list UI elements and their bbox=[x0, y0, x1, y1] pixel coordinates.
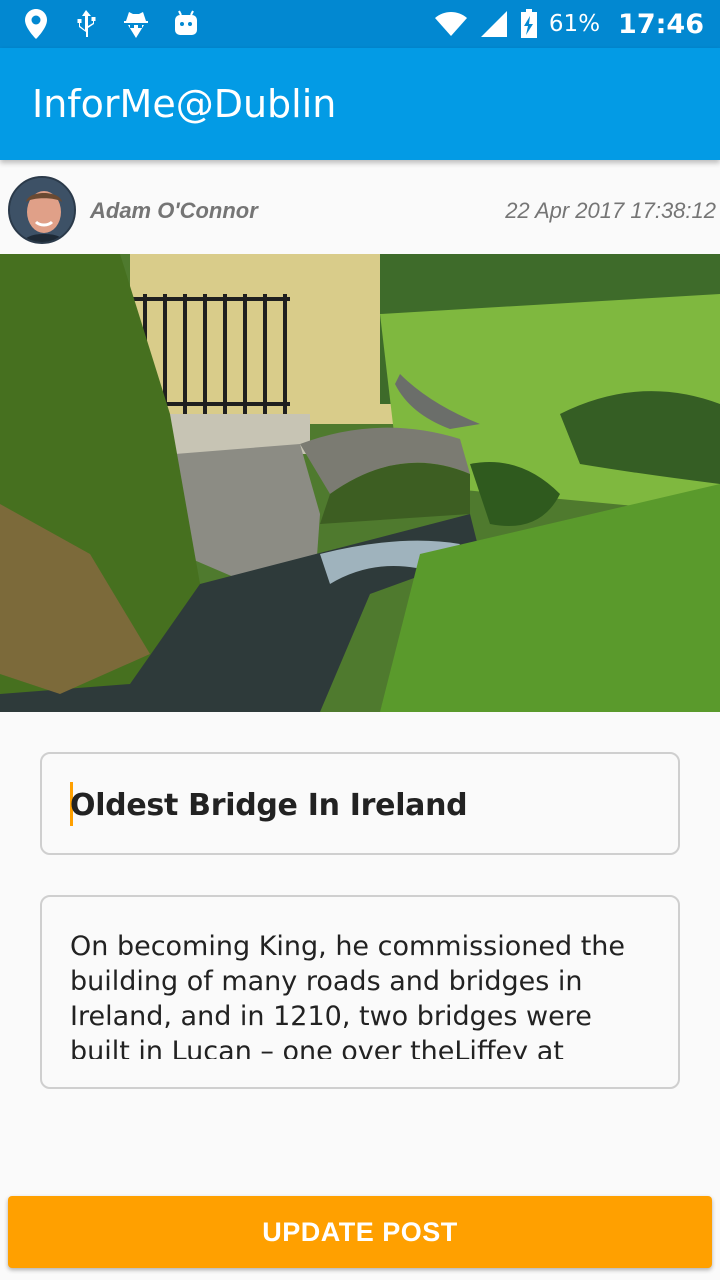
post-author-row: Adam O'Connor 22 Apr 2017 17:38:12 bbox=[0, 170, 720, 248]
cell-signal-icon bbox=[479, 9, 509, 39]
battery-percentage: 61% bbox=[548, 11, 601, 37]
status-bar-notifications bbox=[22, 8, 200, 40]
post-body-field[interactable]: On becoming King, he commissioned the bu… bbox=[40, 895, 680, 1089]
post-photo[interactable] bbox=[0, 254, 720, 712]
battery-charging-icon bbox=[519, 9, 539, 39]
app-bar: InforMe@Dublin bbox=[0, 48, 720, 160]
author-avatar[interactable] bbox=[8, 176, 76, 244]
author-name: Adam O'Connor bbox=[90, 198, 258, 223]
status-bar: 61% 17:46 bbox=[0, 0, 720, 48]
location-pin-icon bbox=[22, 9, 50, 39]
post-title-input[interactable]: Oldest Bridge In Ireland bbox=[70, 788, 468, 823]
post-timestamp: 22 Apr 2017 17:38:12 bbox=[505, 198, 716, 223]
incognito-spy-icon bbox=[122, 9, 150, 39]
status-bar-system: 61% 17:46 bbox=[433, 0, 704, 48]
post-body-input[interactable]: On becoming King, he commissioned the bu… bbox=[70, 929, 650, 1059]
wifi-icon bbox=[433, 9, 469, 39]
usb-icon bbox=[72, 9, 100, 39]
update-post-button[interactable]: UPDATE POST bbox=[8, 1196, 712, 1268]
status-clock: 17:46 bbox=[618, 8, 704, 40]
bridge-photo-icon bbox=[0, 254, 720, 712]
android-icon bbox=[172, 9, 200, 39]
post-title-field[interactable]: Oldest Bridge In Ireland bbox=[40, 752, 680, 855]
app-title: InforMe@Dublin bbox=[32, 82, 337, 126]
